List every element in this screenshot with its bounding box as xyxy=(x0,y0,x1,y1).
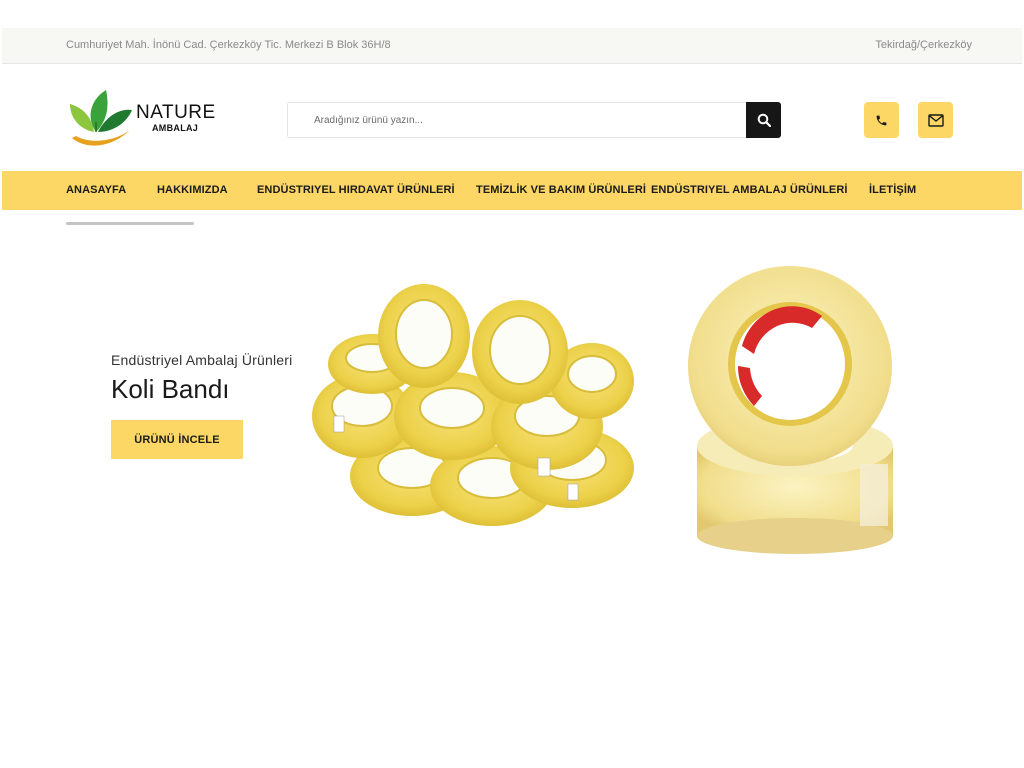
nav-item-contact[interactable]: İLETİŞİM xyxy=(869,184,916,196)
site-logo[interactable]: NATURE AMBALAJ xyxy=(66,86,216,150)
nav-item-cleaning[interactable]: TEMİZLİK VE BAKIM ÜRÜNLERİ xyxy=(476,184,646,196)
hero-title: Koli Bandı xyxy=(111,374,230,404)
location-text: Tekirdağ/Çerkezköy xyxy=(875,39,972,51)
top-info-bar: Cumhuriyet Mah. İnönü Cad. Çerkezköy Tic… xyxy=(2,28,1022,64)
envelope-icon xyxy=(927,113,944,127)
nav-item-industrial-hardware[interactable]: ENDÜSTRIYEL HIRDAVAT ÜRÜNLERİ xyxy=(257,184,455,196)
nav-item-about[interactable]: HAKKIMIZDA xyxy=(157,184,228,196)
search-input[interactable] xyxy=(287,102,747,138)
logo-subtitle: AMBALAJ xyxy=(152,123,199,133)
search-icon xyxy=(757,113,771,127)
slider-progress xyxy=(66,222,194,225)
packing-tape-image xyxy=(312,266,893,554)
hero-category: Endüstriyel Ambalaj Ürünleri xyxy=(111,352,293,368)
logo-name: NATURE xyxy=(136,102,216,123)
leaf-icon xyxy=(70,90,132,146)
phone-icon xyxy=(876,115,887,125)
nav-item-industrial-packaging[interactable]: ENDÜSTRIYEL AMBALAJ ÜRÜNLERİ xyxy=(651,184,848,196)
phone-button[interactable] xyxy=(864,102,899,138)
main-nav: ANASAYFA HAKKIMIZDA ENDÜSTRIYEL HIRDAVAT… xyxy=(2,171,1022,210)
nav-item-home[interactable]: ANASAYFA xyxy=(66,184,126,196)
search-button[interactable] xyxy=(746,102,781,138)
address-text: Cumhuriyet Mah. İnönü Cad. Çerkezköy Tic… xyxy=(66,39,391,51)
search-bar xyxy=(287,102,781,138)
mail-button[interactable] xyxy=(918,102,953,138)
view-product-button[interactable]: ÜRÜNÜ İNCELE xyxy=(111,420,243,459)
